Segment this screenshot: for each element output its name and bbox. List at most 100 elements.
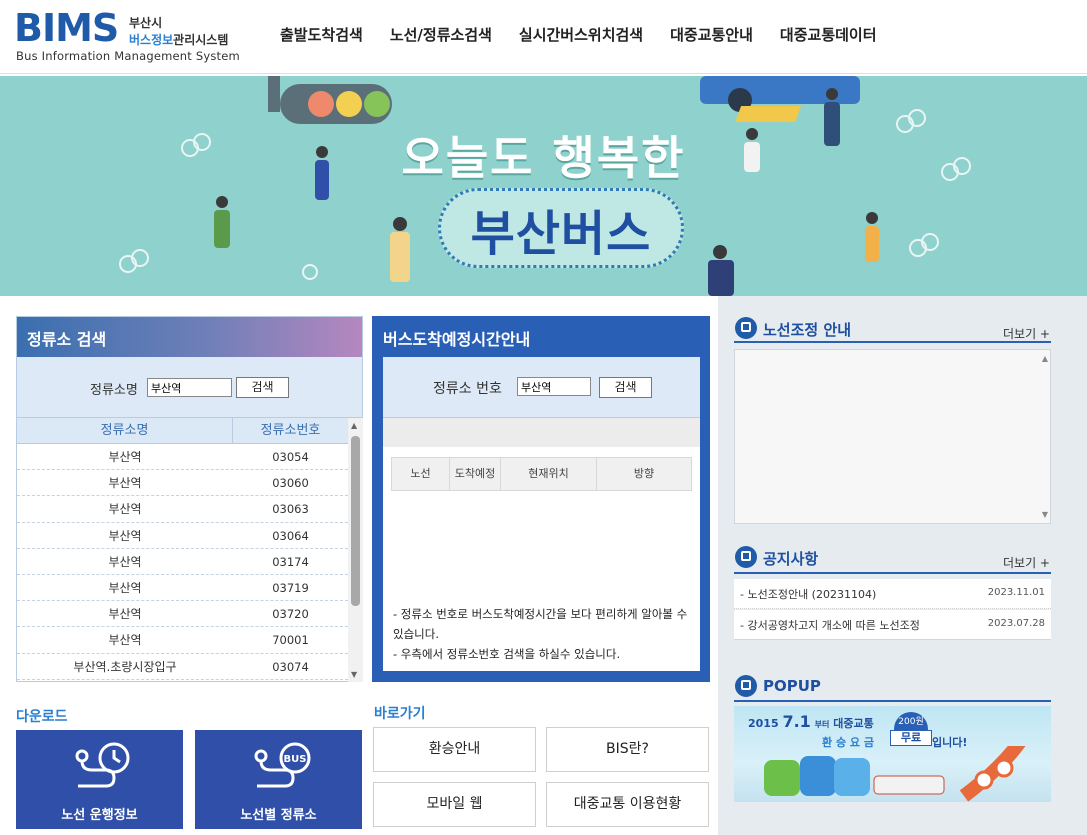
stop-name-cell: 부산역 xyxy=(108,502,142,517)
stop-number-input[interactable] xyxy=(517,377,591,396)
banner-title: 오늘도 행복한 xyxy=(401,131,686,185)
stop-name-cell: 부산역 xyxy=(108,580,142,595)
notice-title: - 강서공영차고지 개소에 따른 노선조정 xyxy=(740,619,920,632)
table-row[interactable]: 부산역 03720 xyxy=(17,601,348,628)
arrival-note-1: - 정류소 번호로 버스도착예정시간을 보다 편리하게 알아볼 수 있습니다. xyxy=(393,607,688,641)
logo-system-rest: 관리시스템 xyxy=(173,33,229,47)
popup-brand: 대중교통 xyxy=(833,717,874,730)
route-clock-icon xyxy=(75,742,130,788)
table-row[interactable]: 부산역 03054 xyxy=(17,444,348,471)
notices-title: 공지사항 xyxy=(763,550,819,568)
popup-date: 7.1 xyxy=(782,712,811,731)
stop-table-scrollbar[interactable]: ▲ ▼ xyxy=(348,418,363,682)
nav-departure-arrival[interactable]: 출발도착검색 xyxy=(280,24,363,45)
route-notice-title: 노선조정 안내 xyxy=(763,321,852,339)
col-stop-number: 정류소번호 xyxy=(260,423,321,438)
arrival-table-header: 노선 도착예정 현재위치 방향 xyxy=(391,457,692,491)
arrival-inner: 정류소 번호 검색 노선 도착예정 현재위치 방향 - 정류소 번호로 버스도착… xyxy=(383,357,700,671)
popup-date-line: 2015 7.1 부터 대중교통 xyxy=(748,712,874,731)
popup-from: 부터 xyxy=(814,720,830,729)
popup-free: 무료 xyxy=(890,730,932,746)
logo-system: 버스정보관리시스템 xyxy=(129,31,228,48)
shortcuts-title: 바로가기 xyxy=(374,706,426,722)
arrival-search-button[interactable]: 검색 xyxy=(599,377,652,398)
list-item[interactable]: - 노선조정안내 (20231104) 2023.11.01 xyxy=(734,579,1051,609)
nav-realtime-bus[interactable]: 실시간버스위치검색 xyxy=(519,24,643,45)
table-row[interactable]: 부산역 03060 xyxy=(17,470,348,497)
download-route-info-button[interactable]: 노선 운행정보 xyxy=(16,730,183,829)
arrival-search-form: 정류소 번호 검색 xyxy=(383,357,700,418)
table-row[interactable]: 부산역 03719 xyxy=(17,575,348,602)
download-route-info-label: 노선 운행정보 xyxy=(61,808,138,823)
stop-number-cell: 03054 xyxy=(272,450,309,464)
table-row[interactable]: 부산역.초량시장입구 03074 xyxy=(17,654,348,680)
arrival-title: 버스도착예정시간안내 xyxy=(383,330,531,349)
route-notice-box: ▲ ▼ xyxy=(734,349,1051,524)
col-arrival-time: 도착예정 xyxy=(450,458,501,490)
scroll-up-icon[interactable]: ▲ xyxy=(351,421,357,430)
main-banner: 오늘도 행복한 부산버스 xyxy=(0,76,1087,296)
bus-icon xyxy=(735,546,757,568)
logo-subtitle: Bus Information Management System xyxy=(16,49,240,63)
arrival-note-2: - 우측에서 정류소번호 검색을 하실수 있습니다. xyxy=(393,647,621,661)
popup-year: 2015 xyxy=(748,717,779,730)
popup-illustration xyxy=(764,746,1026,802)
svg-text:BUS: BUS xyxy=(284,754,307,765)
stop-search-panel: 정류소 검색 정류소명 검색 정류소명 정류소번호 부산역 03054 부산역 03… xyxy=(16,316,363,682)
download-route-stops-label: 노선별 정류소 xyxy=(240,808,317,823)
download-route-stops-button[interactable]: BUS 노선별 정류소 xyxy=(195,730,362,829)
table-row[interactable]: 부산역 70001 xyxy=(17,627,348,654)
stop-search-form: 정류소명 검색 xyxy=(17,357,362,418)
bus-icon xyxy=(735,317,757,339)
scroll-thumb[interactable] xyxy=(351,436,360,606)
notices-more-link[interactable]: 더보기 + xyxy=(1003,554,1050,571)
route-notice-more-link[interactable]: 더보기 + xyxy=(1003,325,1050,342)
list-item[interactable]: - 강서공영차고지 개소에 따른 노선조정 2023.07.28 xyxy=(734,610,1051,640)
bus-icon xyxy=(735,675,757,697)
stop-number-cell: 03060 xyxy=(272,476,309,491)
table-row[interactable]: 부산역 03063 xyxy=(17,496,348,523)
notices-rule xyxy=(734,572,1051,574)
stop-number-cell: 03074 xyxy=(272,659,309,674)
notice-date: 2023.07.28 xyxy=(987,618,1045,629)
stop-name-input[interactable] xyxy=(147,378,232,397)
popup-title: POPUP xyxy=(763,677,821,695)
popup-banner[interactable]: 2015 7.1 부터 대중교통 환 승 요 금 200원 무료 입니다! xyxy=(734,706,1051,802)
scroll-up-icon[interactable]: ▲ xyxy=(1042,354,1048,363)
stop-number-cell: 03719 xyxy=(272,580,309,595)
stop-name-cell: 부산역 xyxy=(108,633,142,648)
scroll-down-icon[interactable]: ▼ xyxy=(351,670,357,679)
table-row[interactable]: 부산역 03174 xyxy=(17,549,348,575)
popup-rule xyxy=(734,700,1051,702)
notice-title: - 노선조정안내 (20231104) xyxy=(740,588,877,601)
stop-name-cell: 부산역 xyxy=(108,450,142,464)
stop-name-cell: 부산역 xyxy=(108,528,142,543)
shortcut-transfer-guide[interactable]: 환승안내 xyxy=(373,727,536,772)
col-route: 노선 xyxy=(392,458,450,490)
route-notice-rule xyxy=(734,341,1051,343)
stop-name-cell: 부산역 xyxy=(108,607,142,622)
main-nav: 출발도착검색 노선/정류소검색 실시간버스위치검색 대중교통안내 대중교통데이터 xyxy=(280,24,904,45)
logo-city: 부산시 xyxy=(129,16,163,30)
nav-transit-data[interactable]: 대중교통데이터 xyxy=(780,24,877,45)
nav-transit-guide[interactable]: 대중교통안내 xyxy=(670,24,753,45)
stop-number-cell: 03174 xyxy=(272,554,309,569)
banner-subtitle: 부산버스 xyxy=(470,206,652,262)
scroll-down-icon[interactable]: ▼ xyxy=(1042,510,1048,519)
stop-table-header: 정류소명 정류소번호 xyxy=(17,418,348,444)
downloads-title: 다운로드 xyxy=(16,709,68,725)
table-row[interactable]: 부산역 03064 xyxy=(17,523,348,549)
stop-name-cell: 부산역 xyxy=(108,476,142,491)
shortcut-bis-info[interactable]: BIS란? xyxy=(546,727,709,772)
stop-search-title: 정류소 검색 xyxy=(17,317,362,357)
stop-number-label: 정류소 번호 xyxy=(433,381,502,397)
stop-number-cell: 03064 xyxy=(272,528,309,543)
stop-search-button[interactable]: 검색 xyxy=(236,377,289,398)
stop-number-cell: 03720 xyxy=(272,607,309,622)
shortcut-mobile-web[interactable]: 모바일 웹 xyxy=(373,782,536,827)
route-bus-icon: BUS xyxy=(254,742,311,788)
nav-route-stop[interactable]: 노선/정류소검색 xyxy=(390,24,492,45)
bims-logo[interactable]: BIMS 부산시 버스정보관리시스템 Bus Information Manag… xyxy=(14,6,254,64)
arrival-divider xyxy=(383,418,700,447)
shortcut-transit-usage[interactable]: 대중교통 이용현황 xyxy=(546,782,709,827)
